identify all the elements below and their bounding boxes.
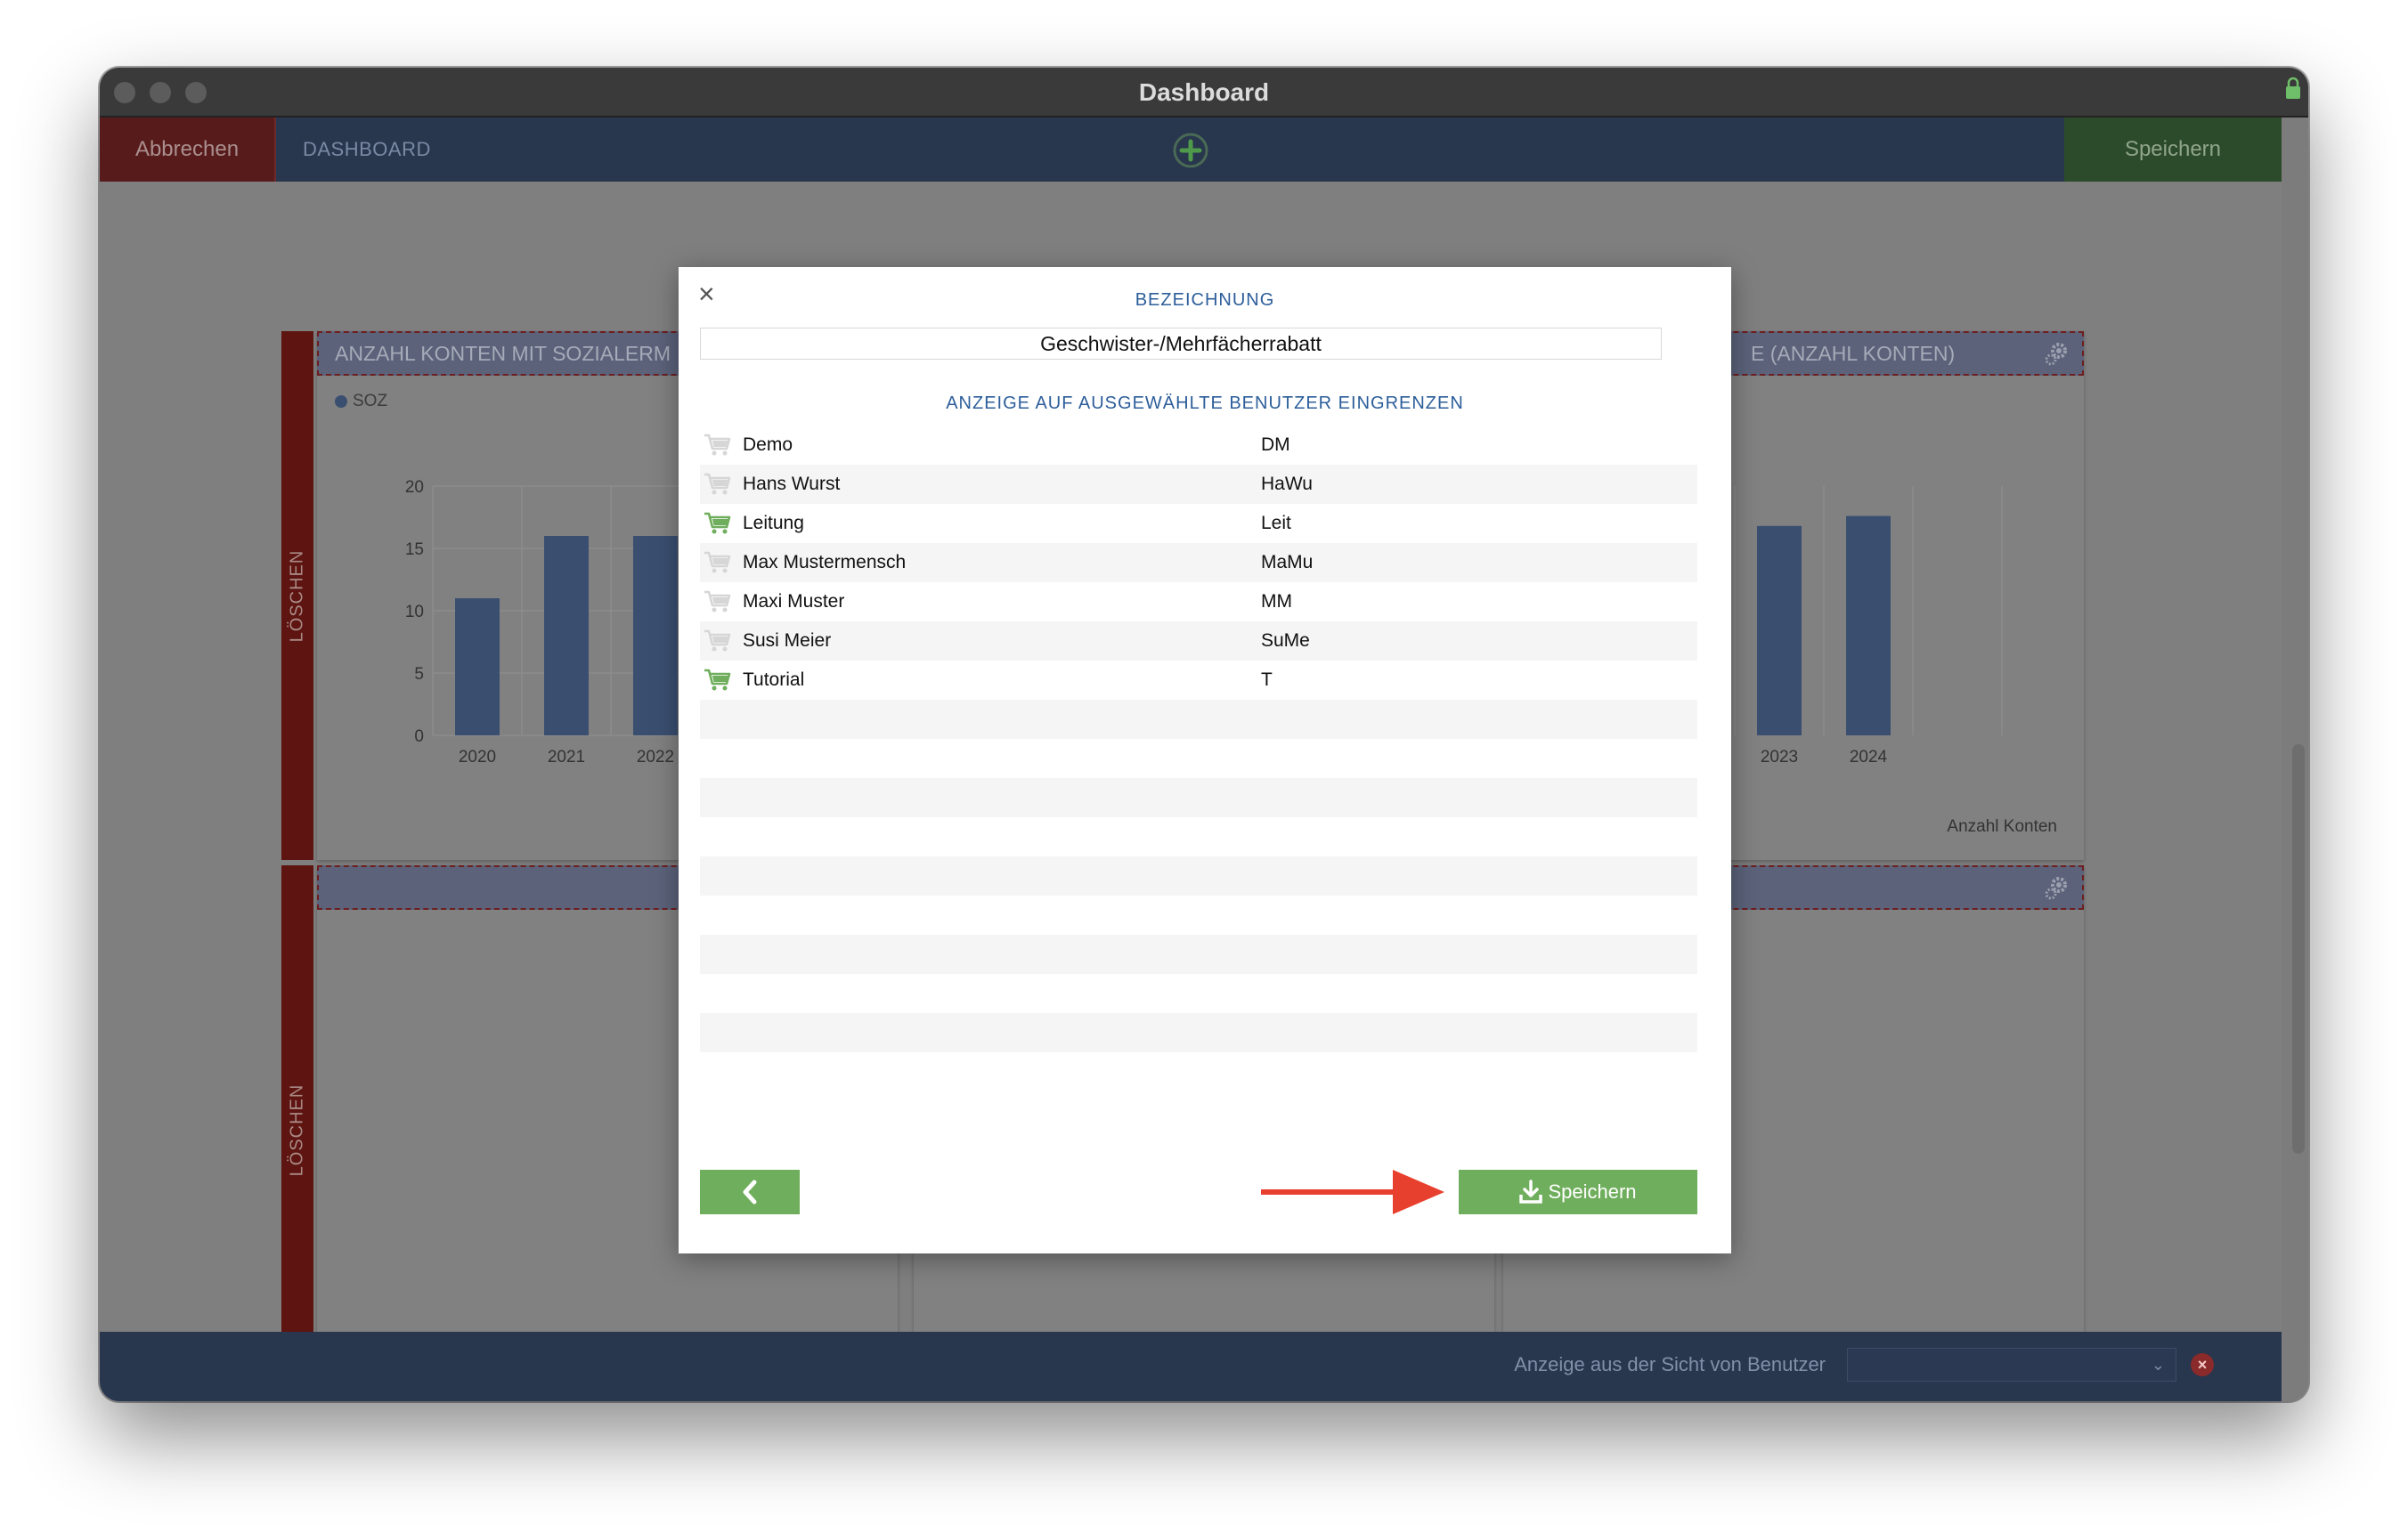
delete-label: LÖSCHEN: [287, 549, 307, 642]
user-short: DM: [1261, 434, 1290, 455]
user-name: Tutorial: [743, 669, 805, 690]
download-icon: [1519, 1180, 1543, 1204]
save-dashboard-button[interactable]: Speichern: [2064, 118, 2282, 182]
scrollbar[interactable]: [2292, 744, 2305, 1154]
user-short: Leit: [1261, 513, 1291, 533]
name-heading: BEZEICHNUNG: [1135, 290, 1275, 310]
bottom-bar: Anzeige aus der Sicht von Benutzer ⌄ ×: [100, 1332, 2282, 1401]
save-button[interactable]: Speichern: [1459, 1170, 1697, 1214]
y-tick-label: 5: [414, 665, 424, 684]
top-toolbar: Abbrechen DASHBOARD Speichern: [100, 118, 2282, 182]
cart-icon[interactable]: [704, 629, 732, 653]
user-short: T: [1261, 669, 1273, 690]
window-title: Dashboard: [1138, 78, 1270, 106]
lock-icon: [2286, 77, 2300, 99]
empty-row: [700, 739, 1697, 778]
user-short: HaWu: [1261, 474, 1313, 494]
empty-row: [700, 896, 1697, 935]
empty-row: [700, 1052, 1697, 1091]
user-name: Hans Wurst: [743, 474, 841, 494]
x-tick-label: 2021: [548, 748, 585, 766]
user-short: MaMu: [1261, 552, 1314, 572]
user-row[interactable]: Susi Meier SuMe: [700, 621, 1697, 661]
y-tick-label: 0: [414, 727, 424, 746]
empty-row: [700, 974, 1697, 1013]
cart-icon[interactable]: [704, 511, 732, 536]
user-row[interactable]: Demo DM: [700, 426, 1697, 465]
empty-row: [700, 700, 1697, 739]
bar: [633, 536, 678, 735]
cart-icon[interactable]: [704, 589, 732, 614]
chart-legend: SOZ: [335, 392, 387, 411]
bar: [1757, 525, 1802, 735]
add-widget-icon[interactable]: [1172, 132, 1209, 169]
perspective-label: Anzeige aus der Sicht von Benutzer: [1514, 1353, 1826, 1375]
y-tick-label: 15: [405, 540, 424, 559]
cancel-button[interactable]: Abbrechen: [100, 118, 276, 182]
cart-icon[interactable]: [704, 550, 732, 575]
user-name: Maxi Muster: [743, 591, 845, 612]
user-row[interactable]: Maxi Muster MM: [700, 582, 1697, 621]
x-tick-label: 2023: [1761, 748, 1798, 766]
bar: [544, 536, 589, 735]
cart-icon[interactable]: [704, 472, 732, 497]
section-label: DASHBOARD: [303, 138, 431, 160]
delete-widget-button[interactable]: LÖSCHEN: [281, 865, 313, 1394]
x-tick-label: 2020: [459, 748, 496, 766]
chevron-down-icon: ⌄: [2151, 1356, 2165, 1374]
x-tick-label: 2024: [1850, 748, 1888, 766]
user-short: SuMe: [1261, 630, 1310, 651]
y-tick-label: 20: [405, 478, 424, 497]
empty-row: [700, 778, 1697, 817]
empty-row: [700, 856, 1697, 896]
legend-label: SOZ: [353, 392, 388, 410]
empty-row: [700, 935, 1697, 974]
axis-label: Anzahl Konten: [1947, 817, 2057, 836]
user-name: Susi Meier: [743, 630, 832, 651]
legend-dot: [335, 395, 347, 408]
user-row[interactable]: Leitung Leit: [700, 504, 1697, 543]
cart-icon[interactable]: [704, 433, 732, 458]
delete-label: LÖSCHEN: [287, 1083, 307, 1176]
user-name: Demo: [743, 434, 793, 455]
name-input[interactable]: [700, 328, 1662, 360]
user-name: Leitung: [743, 513, 804, 533]
clear-selection-icon[interactable]: ×: [2191, 1353, 2214, 1376]
y-tick-label: 10: [405, 603, 424, 621]
user-row[interactable]: Hans Wurst HaWu: [700, 465, 1697, 504]
user-row[interactable]: Max Mustermensch MaMu: [700, 543, 1697, 582]
back-button[interactable]: [700, 1170, 800, 1214]
x-tick-label: 2022: [637, 748, 674, 766]
user-restriction-dialog: × BEZEICHNUNG ANZEIGE AUF AUSGEWÄHLTE BE…: [679, 267, 1731, 1253]
cart-icon[interactable]: [704, 668, 732, 693]
empty-row: [700, 817, 1697, 856]
bar: [1846, 515, 1891, 735]
delete-widget-button[interactable]: LÖSCHEN: [281, 331, 313, 860]
perspective-user-select[interactable]: ⌄: [1847, 1348, 2176, 1382]
user-name: Max Mustermensch: [743, 552, 907, 572]
gear-icon[interactable]: [2043, 874, 2070, 901]
chevron-left-icon: [743, 1180, 757, 1204]
title-bar: Dashboard: [100, 68, 2308, 118]
save-label: Speichern: [1548, 1180, 1637, 1203]
user-row[interactable]: Tutorial T: [700, 661, 1697, 700]
users-heading: ANZEIGE AUF AUSGEWÄHLTE BENUTZER EINGREN…: [946, 393, 1464, 413]
arrow-annotation: [1261, 1170, 1444, 1214]
user-short: MM: [1261, 591, 1292, 612]
gear-icon[interactable]: [2043, 340, 2070, 367]
bar: [455, 598, 500, 735]
empty-row: [700, 1013, 1697, 1052]
user-list: Demo DM Hans Wurst HaWu Leitung Leit Max Muste…: [700, 426, 1697, 1116]
